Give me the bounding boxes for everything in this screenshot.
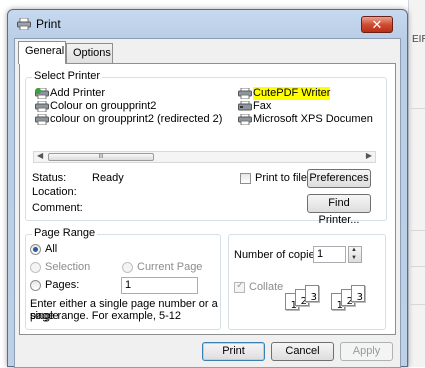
spin-up-icon[interactable]: ▲ [351, 247, 357, 253]
dialog-body: General Options Select Printer Add Print… [14, 38, 401, 368]
tab-options[interactable]: Options [66, 43, 113, 63]
copies-input[interactable]: 1 [313, 246, 346, 263]
find-printer-button-label: Find Printer... [318, 197, 360, 226]
background-edge-text: EIR [412, 34, 425, 45]
page-range-selection-label: Selection [45, 261, 91, 273]
comment-label: Comment: [32, 202, 83, 214]
background-divider [411, 230, 425, 231]
scrollbar-thumb[interactable]: III [48, 153, 154, 161]
find-printer-button[interactable]: Find Printer... [307, 194, 371, 226]
print-button-label: Print [222, 345, 245, 357]
title-bar[interactable]: Print ✕ [8, 10, 407, 38]
status-label: Status: [32, 172, 67, 184]
page-sheet: 3 [305, 285, 319, 303]
copies-label: Number of copies: [234, 249, 324, 261]
collate-checkbox[interactable]: ✓ [234, 280, 245, 293]
apply-button-label: Apply [352, 345, 381, 357]
background-divider [411, 304, 425, 305]
page-range-current-page-label: Current Page [137, 261, 203, 273]
tab-general[interactable]: General [18, 41, 66, 64]
select-printer-label: Select Printer [32, 70, 103, 82]
printer-icon [35, 101, 49, 112]
preferences-button-label: Preferences [309, 172, 369, 184]
page-range-all-label: All [45, 243, 58, 255]
print-to-file-label: Print to file [255, 172, 307, 184]
printer-list[interactable]: Add Printer Colour on groupprint2 colour… [33, 87, 376, 147]
printer-name: Add Printer [50, 87, 106, 99]
printer-name: Fax [253, 100, 272, 112]
scrollbar-grip-icon: III [98, 154, 104, 160]
printer-icon [238, 114, 252, 125]
page-range-help-line2: page range. For example, 5-12 [30, 310, 182, 322]
page-range-pages-radio[interactable] [30, 280, 41, 291]
page-range-all-radio[interactable] [30, 244, 41, 255]
printer-icon [238, 88, 252, 99]
close-icon: ✕ [371, 17, 383, 32]
page-range-selection-radio[interactable] [30, 262, 41, 273]
collate-label: Collate [249, 281, 284, 293]
scroll-right-icon[interactable]: ▶ [366, 151, 372, 160]
cancel-button[interactable]: Cancel [271, 342, 334, 361]
preferences-button[interactable]: Preferences [307, 169, 371, 188]
background-divider [411, 108, 425, 109]
apply-button[interactable]: Apply [340, 342, 393, 361]
print-dialog: Print ✕ General Options Select Printer A… [7, 9, 408, 368]
page-range-group: Page Range All Selection Current Page Pa… [25, 227, 221, 330]
printer-name: colour on groupprint2 (redirected 2) [50, 113, 223, 125]
window-title: Print [36, 17, 61, 31]
pages-input[interactable]: 1 [121, 277, 198, 294]
printer-list-scrollbar[interactable]: ◀ III ▶ [33, 151, 376, 163]
print-to-file-checkbox[interactable] [240, 173, 251, 184]
print-button[interactable]: Print [202, 342, 265, 361]
copies-stepper[interactable]: ▲ ▼ [348, 246, 362, 263]
status-value: Ready [92, 172, 124, 184]
tab-general-label: General [25, 45, 65, 57]
close-button[interactable]: ✕ [361, 16, 393, 33]
printer-icon [17, 18, 31, 30]
general-tab-panel: Select Printer Add Printer Colour on gro… [19, 63, 396, 335]
page-sheet: 3 [351, 285, 365, 303]
printer-name: Microsoft XPS Documen [253, 113, 373, 125]
printer-icon [35, 114, 49, 125]
page-range-pages-label: Pages: [45, 279, 80, 291]
background-window-edge: EIR [408, 0, 425, 367]
page-range-label: Page Range [32, 227, 98, 239]
copies-group: Number of copies: 1 ▲ ▼ ✓ Collate 1 2 3 … [228, 234, 386, 330]
location-label: Location: [32, 186, 77, 198]
tab-options-label: Options [73, 47, 111, 59]
select-printer-group: Select Printer Add Printer Colour on gro… [25, 70, 387, 226]
spin-down-icon[interactable]: ▼ [351, 255, 357, 261]
fax-icon [238, 101, 252, 111]
cancel-button-label: Cancel [285, 345, 320, 357]
printer-name-highlighted: CutePDF Writer [253, 87, 331, 100]
page-range-current-page-radio[interactable] [122, 262, 133, 273]
checkmark-icon: ✓ [236, 280, 245, 291]
scroll-left-icon[interactable]: ◀ [37, 151, 43, 160]
add-printer-icon [35, 88, 49, 99]
printer-name: Colour on groupprint2 [50, 100, 157, 112]
background-divider [411, 266, 425, 267]
